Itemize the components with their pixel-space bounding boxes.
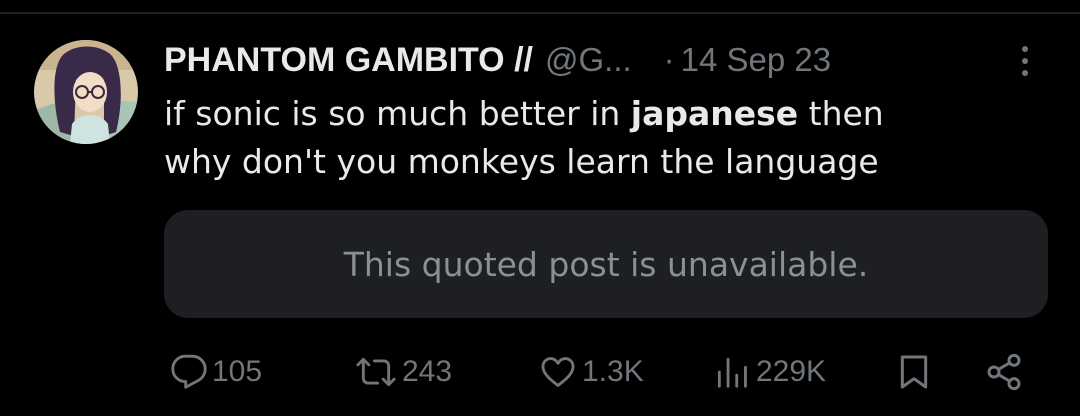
avatar-image — [34, 40, 138, 144]
user-handle[interactable]: @G... — [545, 41, 632, 79]
repost-count: 243 — [402, 355, 453, 388]
like-count: 1.3K — [582, 355, 644, 388]
tweet-text: if sonic is so much better in japanese t… — [164, 90, 1024, 186]
bookmark-icon — [900, 355, 928, 389]
tweet-text-line-2: why don't you monkeys learn the language — [164, 142, 879, 181]
bookmark-button[interactable] — [894, 348, 934, 396]
tweet-text-segment: then — [798, 94, 884, 133]
views-count: 229K — [756, 355, 827, 388]
reply-button[interactable]: 105 — [170, 348, 262, 396]
share-button[interactable] — [984, 348, 1024, 396]
like-button[interactable]: 1.3K — [538, 348, 644, 396]
tweet-text-bold: japanese — [630, 94, 799, 133]
reply-count: 105 — [212, 355, 263, 388]
top-divider — [0, 12, 1080, 14]
repost-button[interactable]: 243 — [354, 348, 452, 396]
more-options-button[interactable] — [1012, 44, 1038, 78]
tweet-header: PHANTOM GAMBITO // @G... · 14 Sep 23 — [164, 36, 831, 84]
tweet-text-line-1: if sonic is so much better in japanese t… — [164, 90, 1024, 138]
repost-icon — [356, 357, 396, 387]
share-icon — [987, 353, 1021, 391]
views-button[interactable]: 229K — [712, 348, 826, 396]
more-vertical-icon — [1022, 46, 1028, 76]
action-bar: 105 243 1.3K 229K — [0, 348, 1080, 396]
separator-dot: · — [663, 41, 675, 78]
quoted-post-unavailable-text: This quoted post is unavailable. — [343, 244, 869, 284]
display-name[interactable]: PHANTOM GAMBITO // — [164, 41, 533, 80]
timestamp[interactable]: 14 Sep 23 — [681, 41, 831, 79]
reply-icon — [171, 354, 207, 389]
avatar[interactable] — [34, 40, 138, 144]
views-chart-icon — [717, 357, 747, 388]
heart-icon — [541, 357, 575, 387]
quoted-post-card[interactable]: This quoted post is unavailable. — [164, 210, 1048, 318]
tweet-text-segment: if sonic is so much better in — [164, 94, 631, 133]
